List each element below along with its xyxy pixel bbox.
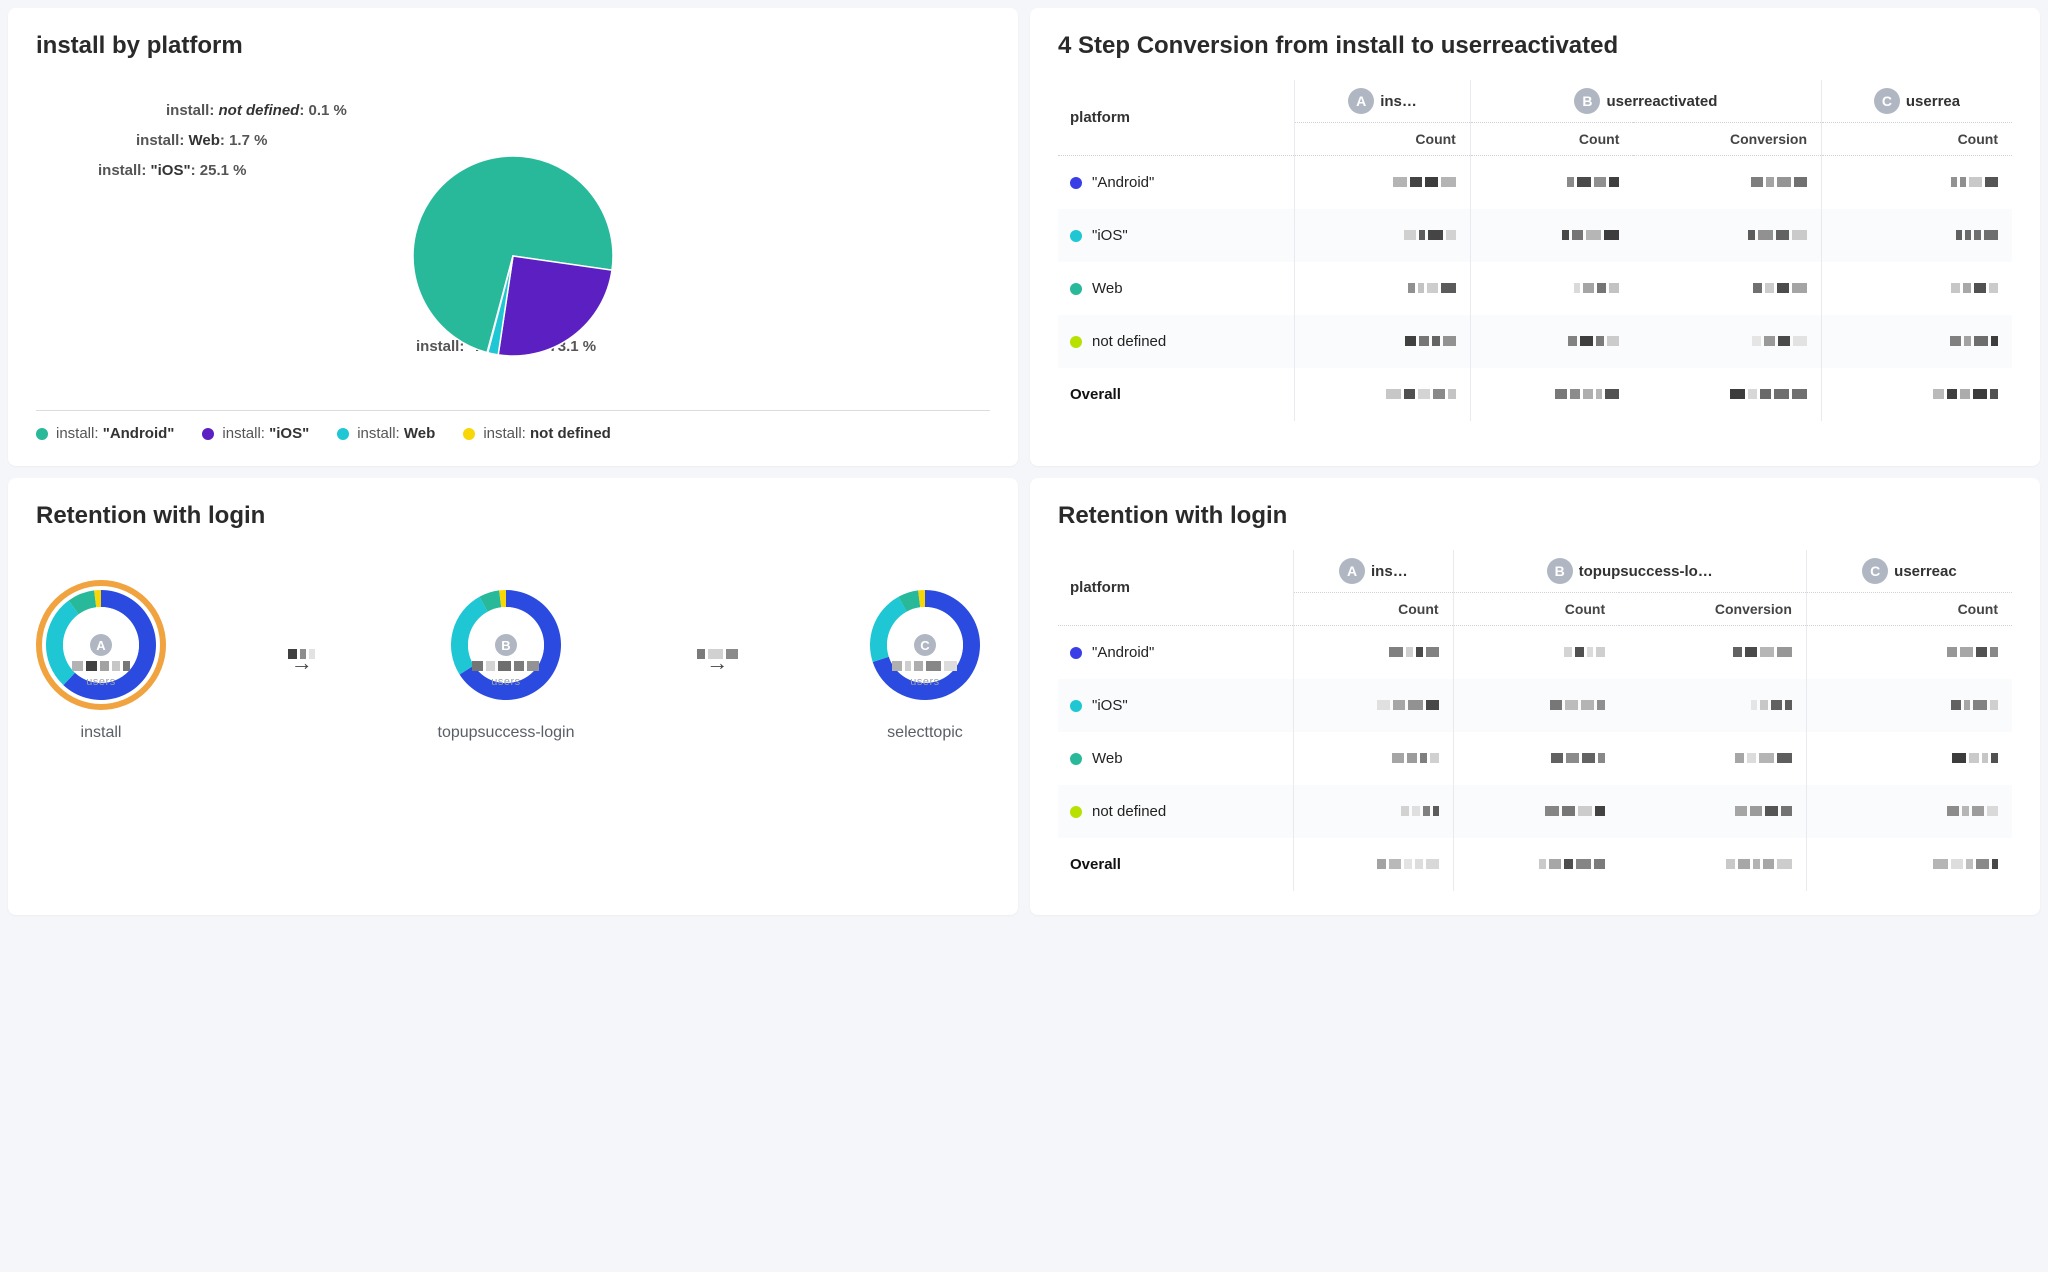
- sub-conv-b[interactable]: Conversion: [1619, 593, 1806, 626]
- funnel-table-1: platform Ains… Buserreactivated Cuserrea…: [1058, 80, 2012, 421]
- table-row[interactable]: "iOS": [1058, 679, 2012, 732]
- legend-web[interactable]: install: Web: [337, 425, 435, 442]
- card-title: Retention with login: [1058, 502, 2012, 530]
- donut-step[interactable]: Cusersselecttopic: [860, 580, 990, 742]
- donut-step[interactable]: Buserstopupsuccess-login: [438, 580, 575, 742]
- card-funnel-conversion: 4 Step Conversion from install to userre…: [1030, 8, 2040, 466]
- legend-ios[interactable]: install: "iOS": [202, 425, 309, 442]
- col-platform[interactable]: platform: [1058, 80, 1295, 156]
- legend-android[interactable]: install: "Android": [36, 425, 174, 442]
- sub-count-c[interactable]: Count: [1822, 123, 2013, 156]
- table-row[interactable]: not defined: [1058, 785, 2012, 838]
- table-row[interactable]: not defined: [1058, 315, 2012, 368]
- table-row-overall[interactable]: Overall: [1058, 368, 2012, 421]
- pie-svg: [403, 146, 623, 366]
- col-step-a[interactable]: Ains…: [1294, 550, 1453, 593]
- table-row[interactable]: "Android": [1058, 626, 2012, 680]
- table-row[interactable]: Web: [1058, 732, 2012, 785]
- donut-caption: selecttopic: [860, 724, 990, 742]
- donut-row: Ausersinstall → Buserstopupsuccess-login → C…: [36, 550, 990, 752]
- col-step-b[interactable]: Btopupsuccess-lo…: [1453, 550, 1806, 593]
- col-step-c[interactable]: Cuserreac: [1806, 550, 2012, 593]
- card-install-by-platform: install by platform install: not defined…: [8, 8, 1018, 466]
- table-row-overall[interactable]: Overall: [1058, 838, 2012, 891]
- pie-chart: install: not defined: 0.1 % install: Web…: [36, 80, 990, 400]
- donut-step[interactable]: Ausersinstall: [36, 580, 166, 742]
- funnel-table-2: platform Ains… Btopupsuccess-lo… Cuserre…: [1058, 550, 2012, 891]
- card-title: install by platform: [36, 32, 990, 60]
- col-step-a[interactable]: Ains…: [1295, 80, 1471, 123]
- pie-label-web: install: Web: 1.7 %: [136, 132, 267, 149]
- arrow-icon: →: [288, 646, 315, 676]
- col-step-b[interactable]: Buserreactivated: [1470, 80, 1821, 123]
- pie-label-ios: install: "iOS": 25.1 %: [98, 162, 246, 179]
- sub-conv-b[interactable]: Conversion: [1633, 123, 1821, 156]
- card-retention-table: Retention with login platform Ains… Btop…: [1030, 478, 2040, 915]
- table-row[interactable]: "Android": [1058, 156, 2012, 210]
- card-title: Retention with login: [36, 502, 990, 530]
- col-step-c[interactable]: Cuserrea: [1822, 80, 2013, 123]
- table-row[interactable]: "iOS": [1058, 209, 2012, 262]
- donut-caption: topupsuccess-login: [438, 724, 575, 742]
- card-retention-viz: Retention with login Ausersinstall → Buser…: [8, 478, 1018, 915]
- sub-count-c[interactable]: Count: [1806, 593, 2012, 626]
- arrow-icon: →: [697, 646, 738, 676]
- legend-nd[interactable]: install: not defined: [463, 425, 611, 442]
- card-title: 4 Step Conversion from install to userre…: [1058, 32, 2012, 60]
- donut-caption: install: [36, 724, 166, 742]
- sub-count-a[interactable]: Count: [1295, 123, 1471, 156]
- table-row[interactable]: Web: [1058, 262, 2012, 315]
- sub-count-b[interactable]: Count: [1453, 593, 1619, 626]
- sub-count-b[interactable]: Count: [1470, 123, 1633, 156]
- sub-count-a[interactable]: Count: [1294, 593, 1453, 626]
- col-platform[interactable]: platform: [1058, 550, 1294, 626]
- pie-legend: install: "Android" install: "iOS" instal…: [36, 410, 990, 442]
- pie-label-nd: install: not defined: 0.1 %: [166, 102, 347, 119]
